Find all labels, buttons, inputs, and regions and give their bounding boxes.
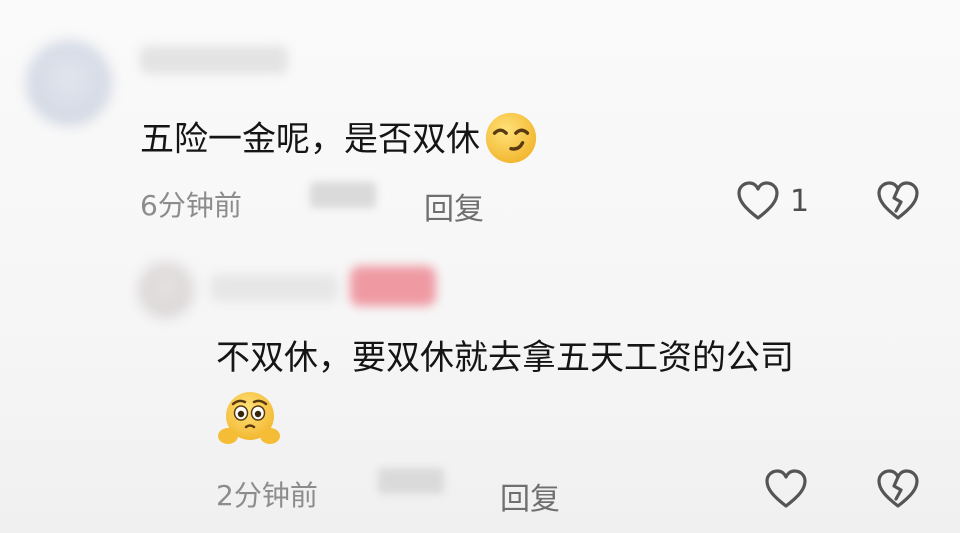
avatar[interactable] — [138, 262, 194, 318]
broken-heart-icon[interactable] — [875, 468, 921, 510]
reply-text: 不双休，要双休就去拿五天工资的公司 — [216, 338, 794, 378]
ip-location-redacted — [310, 182, 376, 208]
like-heart-icon[interactable] — [735, 180, 781, 222]
reply-timestamp: 2分钟前 — [216, 479, 318, 512]
username-redacted[interactable] — [210, 274, 338, 302]
username-redacted[interactable] — [140, 46, 288, 74]
ip-location-redacted — [378, 468, 444, 494]
comment-timestamp: 6分钟前 — [140, 189, 242, 222]
pleading-emoji-icon — [212, 386, 284, 450]
comment-text: 五险一金呢，是否双休 — [140, 112, 540, 170]
author-badge-redacted — [350, 266, 436, 306]
page-background — [0, 0, 960, 533]
avatar[interactable] — [26, 40, 112, 126]
broken-heart-icon[interactable] — [875, 180, 921, 222]
reply-button[interactable]: 回复 — [424, 184, 484, 228]
like-count: 1 — [790, 184, 810, 219]
reply-button[interactable]: 回复 — [500, 474, 560, 518]
like-heart-icon[interactable] — [763, 468, 809, 510]
comment-text-content: 五险一金呢，是否双休 — [140, 119, 480, 160]
smirk-emoji-icon — [482, 108, 540, 166]
